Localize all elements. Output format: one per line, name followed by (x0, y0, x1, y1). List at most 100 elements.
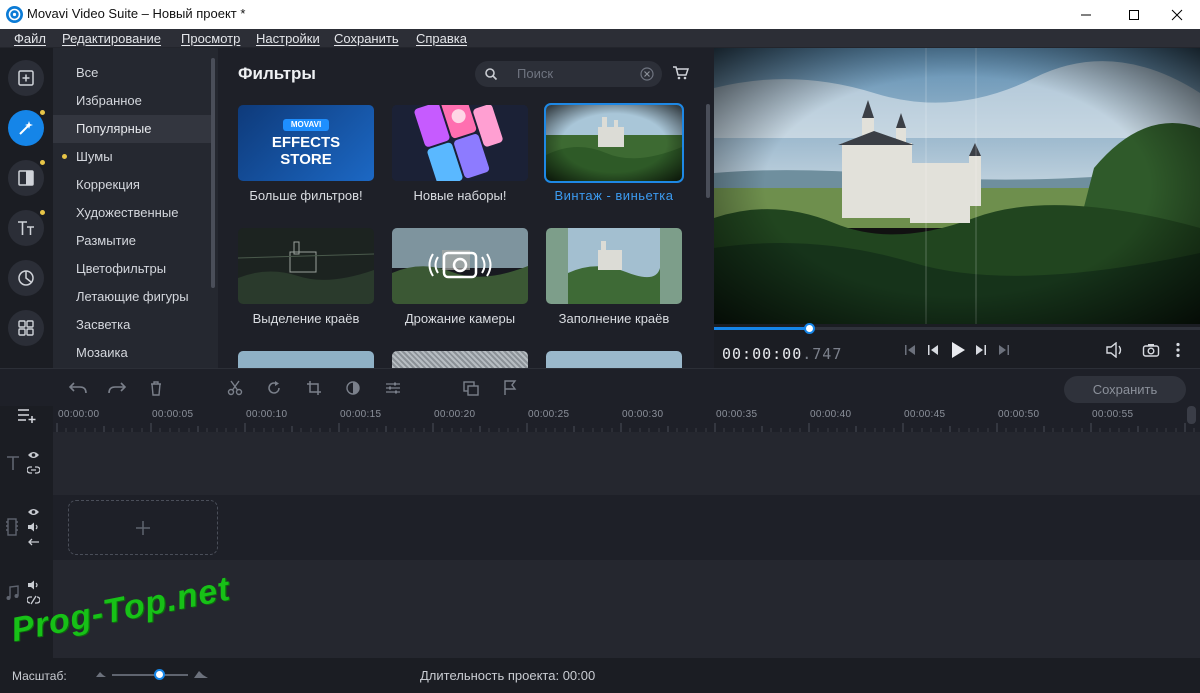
category-item[interactable]: Художественные (53, 199, 212, 227)
clip-properties-icon[interactable] (383, 378, 403, 398)
ruler-label: 00:00:00 (58, 409, 100, 420)
edge-detect-tile[interactable] (238, 228, 374, 304)
skip-to-end-icon[interactable] (997, 343, 1011, 357)
plus-icon (135, 520, 151, 536)
tile-label-selected: Винтаж - виньетка (554, 188, 674, 203)
stickers-button[interactable] (8, 260, 44, 296)
video-track[interactable] (53, 495, 1200, 560)
clear-search-icon[interactable] (640, 67, 654, 81)
ruler-label: 00:00:55 (1092, 409, 1134, 420)
castle-edges-thumbnail (238, 228, 374, 304)
link-icon[interactable] (27, 465, 40, 475)
edge-fill-tile[interactable] (546, 228, 682, 304)
filters-scrollbar[interactable] (706, 104, 710, 198)
timeline-scroll-handle[interactable] (1187, 406, 1196, 424)
volume-icon[interactable] (1105, 342, 1125, 358)
redo-icon[interactable] (107, 378, 127, 398)
store-cart-icon[interactable] (672, 65, 690, 81)
menu-save[interactable]: Сохранить (334, 31, 399, 46)
detach-audio-icon[interactable] (27, 537, 40, 547)
category-item[interactable]: Летающие фигуры (53, 283, 212, 311)
visibility-eye-icon[interactable] (27, 507, 40, 517)
tile-label: Дрожание камеры (404, 311, 516, 326)
zoom-in-icon[interactable] (193, 668, 209, 680)
search-icon (484, 67, 498, 81)
delete-trash-icon[interactable] (146, 378, 166, 398)
volume-small-icon[interactable] (27, 580, 40, 590)
skip-to-start-icon[interactable] (903, 343, 917, 357)
filters-tool-button[interactable] (8, 110, 44, 146)
transitions-button[interactable] (8, 160, 44, 196)
play-icon[interactable] (949, 341, 967, 359)
color-adjust-icon[interactable] (343, 378, 363, 398)
search-input[interactable]: Поиск (475, 61, 662, 87)
menu-settings[interactable]: Настройки (256, 31, 320, 46)
stickers-icon (17, 269, 35, 287)
menu-file[interactable]: Файл (14, 31, 46, 46)
marker-flag-icon[interactable] (500, 378, 520, 398)
overlay-icon[interactable] (461, 378, 481, 398)
ruler-label: 00:00:05 (152, 409, 194, 420)
category-item[interactable]: Коррекция (53, 171, 212, 199)
previous-frame-icon[interactable] (926, 343, 940, 357)
visibility-eye-icon[interactable] (27, 450, 40, 460)
filter-tile[interactable] (238, 351, 374, 368)
add-track-icon[interactable] (17, 407, 37, 423)
menu-help[interactable]: Справка (416, 31, 467, 46)
menu-view[interactable]: Просмотр (181, 31, 240, 46)
category-item[interactable]: Мозаика (53, 339, 212, 367)
new-badge-dot (40, 110, 45, 115)
category-item[interactable]: Шумы (53, 143, 212, 171)
next-frame-icon[interactable] (974, 343, 988, 357)
category-item[interactable]: Засветка (53, 311, 212, 339)
rotate-icon[interactable] (264, 378, 284, 398)
more-options-icon[interactable] (1174, 342, 1182, 358)
category-item[interactable]: Избранное (53, 87, 212, 115)
category-item[interactable]: Все (53, 59, 212, 87)
transitions-icon (17, 169, 35, 187)
ruler-label: 00:00:15 (340, 409, 382, 420)
cut-scissors-icon[interactable] (225, 378, 245, 398)
category-item[interactable]: Размытие (53, 227, 212, 255)
menu-bar: Файл Редактирование Просмотр Настройки С… (0, 29, 1200, 48)
titles-button[interactable] (8, 210, 44, 246)
effects-store-tile[interactable]: MOVAVI EFFECTS STORE (238, 105, 374, 181)
maximize-button[interactable] (1111, 0, 1157, 29)
undo-icon[interactable] (68, 378, 88, 398)
video-preview[interactable] (714, 48, 1200, 324)
zoom-out-icon[interactable] (95, 669, 107, 679)
volume-small-icon[interactable] (27, 522, 40, 532)
tile-label: Заполнение краёв (558, 311, 670, 326)
menu-edit[interactable]: Редактирование (62, 31, 161, 46)
import-icon (17, 69, 35, 87)
filter-tile[interactable] (546, 351, 682, 368)
minimize-button[interactable] (1063, 0, 1109, 29)
save-button[interactable]: Сохранить (1064, 376, 1186, 403)
new-packs-tile[interactable] (392, 105, 528, 181)
ruler-label: 00:00:20 (434, 409, 476, 420)
snapshot-camera-icon[interactable] (1142, 342, 1160, 358)
zoom-slider-track[interactable] (112, 674, 188, 676)
store-badge: MOVAVI (283, 119, 329, 131)
vintage-vignette-tile-selected[interactable] (544, 103, 684, 183)
castle-edge-fill-thumbnail (546, 228, 682, 304)
category-item-selected[interactable]: Популярные (53, 115, 212, 143)
filter-tile[interactable] (392, 351, 528, 368)
timecode-ms: .747 (802, 345, 843, 363)
tile-label: Выделение краёв (252, 311, 360, 326)
text-track[interactable] (53, 432, 1200, 495)
import-button[interactable] (8, 60, 44, 96)
filter-categories: Все Избранное Популярные Шумы Коррекция … (53, 48, 218, 368)
unlink-icon[interactable] (27, 595, 40, 605)
store-line2: STORE (280, 151, 332, 168)
video-track-icon (5, 518, 19, 536)
add-media-dropzone[interactable] (68, 500, 218, 555)
more-tools-button[interactable] (8, 310, 44, 346)
castle-shake-thumbnail (392, 228, 528, 304)
category-item[interactable]: Цветофильтры (53, 255, 212, 283)
close-button[interactable] (1154, 0, 1200, 29)
crop-icon[interactable] (304, 378, 324, 398)
camera-shake-tile[interactable] (392, 228, 528, 304)
playback-scrubber-handle[interactable] (803, 323, 815, 334)
category-scrollbar[interactable] (211, 58, 215, 288)
